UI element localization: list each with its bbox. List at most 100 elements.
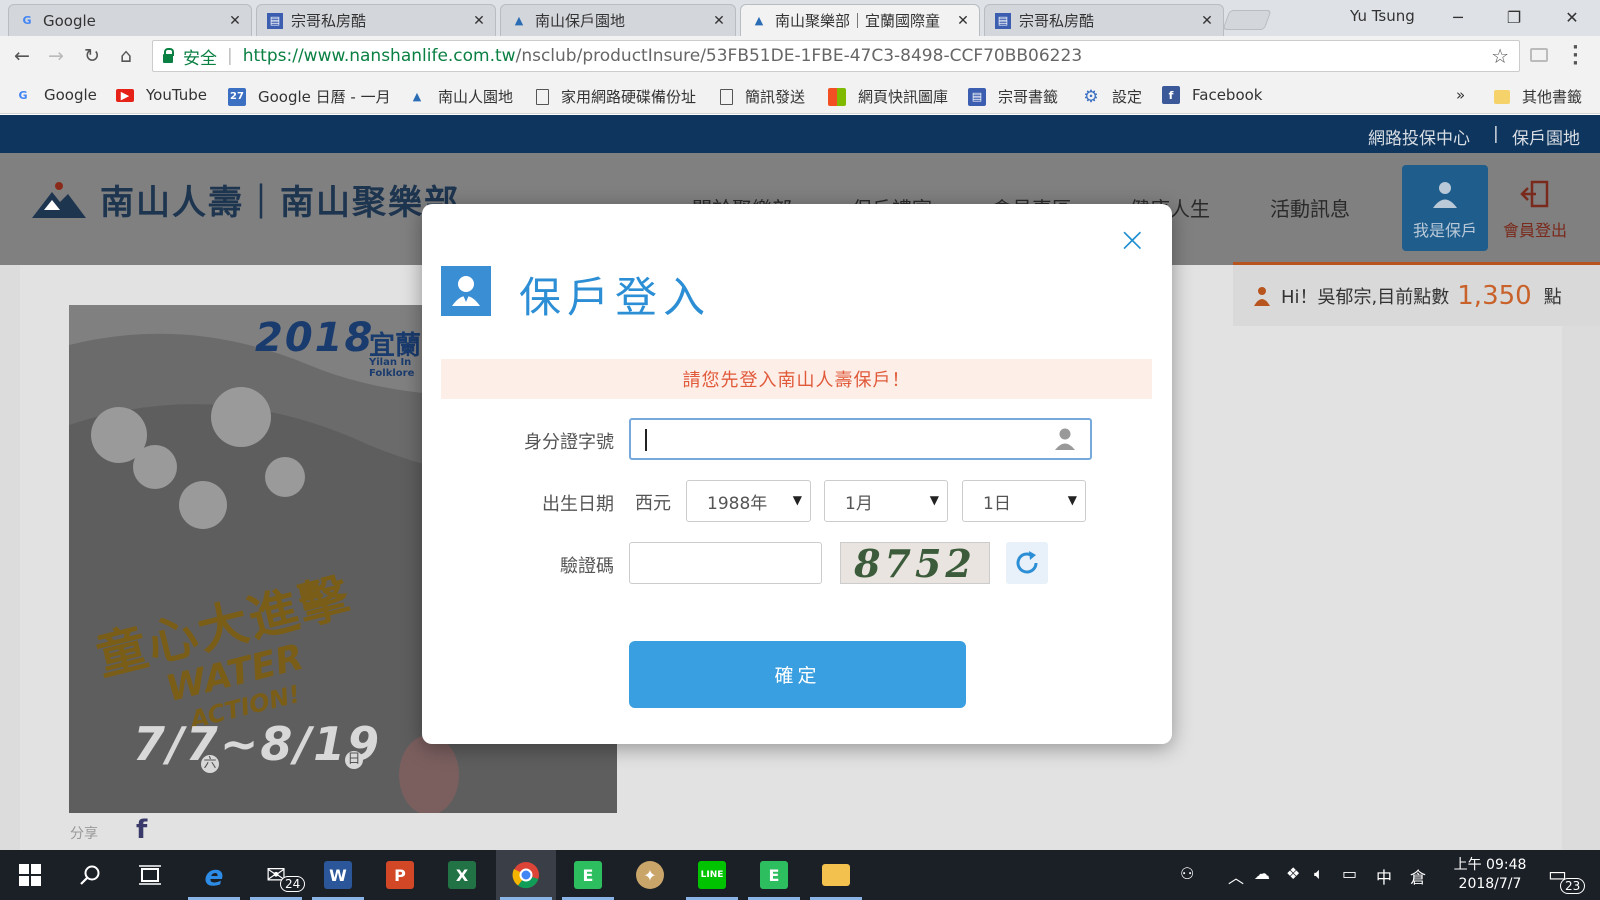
member-button[interactable]: 我是保戶 (1402, 165, 1488, 251)
taskbar-chrome[interactable] (496, 850, 556, 900)
birth-year-select[interactable]: 1988年 ▼ (686, 480, 811, 522)
bookmarks-more-button[interactable]: » (1456, 86, 1465, 104)
share-label: 分享 (70, 826, 98, 842)
evernote-icon: E (574, 861, 602, 889)
volume-icon[interactable]: 🔈︎ (1314, 864, 1324, 884)
bookmark-sms[interactable]: 簡訊發送 (720, 86, 805, 107)
close-icon[interactable]: ✕ (227, 13, 243, 29)
logout-icon (1520, 180, 1549, 208)
taskbar-word[interactable]: W (308, 850, 368, 900)
bookmark-nanshan[interactable]: ▲ 南山人園地 (408, 86, 513, 107)
restore-icon[interactable]: ❐ (1494, 4, 1534, 30)
taskbar-line[interactable]: LINE (682, 850, 742, 900)
tab-blog[interactable]: ▤ 宗哥私房酷 ✕ (256, 4, 496, 36)
tab-strip: G Google ✕ ▤ 宗哥私房酷 ✕ ▲ 南山保戶園地 ✕ ▲ 南山聚樂部｜… (0, 0, 1600, 36)
bird-app-icon: ✦ (636, 861, 664, 889)
onedrive-icon[interactable]: ☁ (1254, 864, 1270, 883)
taskbar-powerpoint[interactable]: P (370, 850, 430, 900)
search-button[interactable] (60, 850, 120, 900)
id-number-input[interactable] (629, 418, 1092, 460)
extension-icon[interactable] (1530, 48, 1548, 62)
nanshan-favicon-icon: ▲ (514, 14, 524, 27)
birth-day-select[interactable]: 1日 ▼ (962, 480, 1086, 522)
evernote-icon: E (760, 861, 788, 889)
tab-nanshan-portal[interactable]: ▲ 南山保戶園地 ✕ (500, 4, 736, 36)
excel-icon: X (448, 861, 476, 889)
system-clock[interactable]: 上午 09:48 2018/7/7 (1450, 856, 1530, 894)
close-icon[interactable]: × (1118, 223, 1147, 257)
ime-mode-icon[interactable]: 倉 (1410, 864, 1426, 888)
submit-button[interactable]: 確定 (629, 641, 966, 708)
taskbar-evernote[interactable]: E (558, 850, 618, 900)
bookmark-label: 宗哥書籤 (998, 88, 1059, 106)
points-unit: 點 (1543, 286, 1562, 308)
bookmark-blog[interactable]: ▤ 宗哥書籤 (968, 86, 1058, 107)
close-window-icon[interactable]: ✕ (1552, 4, 1592, 30)
chevron-up-icon[interactable]: ︿ (1228, 864, 1244, 888)
facebook-share-icon[interactable]: f (136, 815, 147, 845)
menu-icon[interactable]: · · · (1572, 39, 1579, 73)
taskbar-explorer[interactable] (806, 850, 866, 900)
bookmark-settings[interactable]: ⚙ 設定 (1082, 86, 1142, 107)
task-view-button[interactable] (120, 850, 180, 900)
bookmark-google[interactable]: G Google (14, 86, 96, 104)
tab-blog-2[interactable]: ▤ 宗哥私房酷 ✕ (984, 4, 1224, 36)
nav-events[interactable]: 活動訊息 (1270, 193, 1350, 222)
bookmark-label: 家用網路硬碟備份址 (561, 88, 697, 106)
people-icon[interactable]: ⚇ (1180, 864, 1194, 883)
browser-toolbar: ← → ↻ ⌂ 安全 | https://www.nanshanlife.com… (0, 36, 1600, 76)
policyholder-link[interactable]: 保戶園地 (1512, 124, 1580, 149)
bookmark-calendar[interactable]: 27 Google 日曆 - 一月 (228, 86, 391, 107)
other-bookmarks[interactable]: 其他書籤 (1494, 86, 1582, 107)
profile-name[interactable]: Yu Tsung (1350, 7, 1415, 25)
bookmark-facebook[interactable]: f Facebook (1162, 86, 1262, 104)
bookmark-youtube[interactable]: ▶ YouTube (116, 86, 207, 104)
ime-indicator[interactable]: 中 (1376, 864, 1392, 888)
bookmark-nas[interactable]: 家用網路硬碟備份址 (536, 86, 696, 107)
bookmark-star-icon[interactable]: ☆ (1491, 44, 1509, 68)
banner-dates: 7/7~8/19 (133, 717, 382, 771)
home-icon[interactable]: ⌂ (112, 42, 140, 70)
refresh-captcha-button[interactable] (1006, 542, 1048, 584)
battery-icon[interactable]: ▭ (1342, 864, 1357, 883)
back-icon[interactable]: ← (8, 42, 36, 70)
taskbar-mail[interactable]: ✉ 24 (246, 850, 306, 900)
birth-month-select[interactable]: 1月 ▼ (824, 480, 948, 522)
address-bar[interactable]: 安全 | https://www.nanshanlife.com.tw /nsc… (152, 40, 1520, 72)
close-icon[interactable]: ✕ (955, 13, 971, 29)
search-icon (80, 865, 100, 885)
reload-icon[interactable]: ↻ (78, 42, 106, 70)
edge-icon: e (204, 858, 224, 892)
taskbar-evernote-2[interactable]: E (744, 850, 804, 900)
facebook-icon: f (1162, 86, 1180, 104)
minimize-icon[interactable]: ─ (1438, 4, 1478, 30)
online-insure-link[interactable]: 網路投保中心 (1368, 124, 1470, 149)
dropbox-icon[interactable]: ❖ (1286, 864, 1300, 883)
start-button[interactable] (0, 850, 60, 900)
taskbar-app-bird[interactable]: ✦ (620, 850, 680, 900)
tab-label: Google (43, 11, 96, 30)
site-logo[interactable]: 南山人壽｜南山聚樂部 (30, 175, 460, 224)
new-tab-button[interactable] (1222, 10, 1272, 30)
text-caret (645, 429, 647, 451)
folder-icon (822, 864, 850, 886)
bookmark-webslice[interactable]: 網頁快訊圖庫 (828, 86, 948, 107)
tab-google[interactable]: G Google ✕ (8, 4, 252, 36)
modal-title: 保戶登入 (519, 273, 712, 322)
close-icon[interactable]: ✕ (711, 13, 727, 29)
close-icon[interactable]: ✕ (1199, 13, 1215, 29)
taskbar-excel[interactable]: X (432, 850, 492, 900)
close-icon[interactable]: ✕ (471, 13, 487, 29)
logout-button[interactable]: 會員登出 (1492, 165, 1578, 251)
tab-nanshan-club[interactable]: ▲ 南山聚樂部｜宜蘭國際童 ✕ (740, 4, 980, 36)
bookmark-label: 網頁快訊圖庫 (858, 88, 949, 106)
person-icon (1055, 428, 1075, 450)
google-favicon-icon: G (22, 14, 32, 27)
clock-date: 2018/7/7 (1458, 876, 1522, 892)
folder-icon (1494, 89, 1510, 104)
google-icon: G (18, 88, 28, 102)
captcha-input[interactable] (629, 542, 822, 584)
forward-icon[interactable]: → (42, 42, 70, 70)
address-separator: | (227, 46, 233, 66)
taskbar-edge[interactable]: e (184, 850, 244, 900)
